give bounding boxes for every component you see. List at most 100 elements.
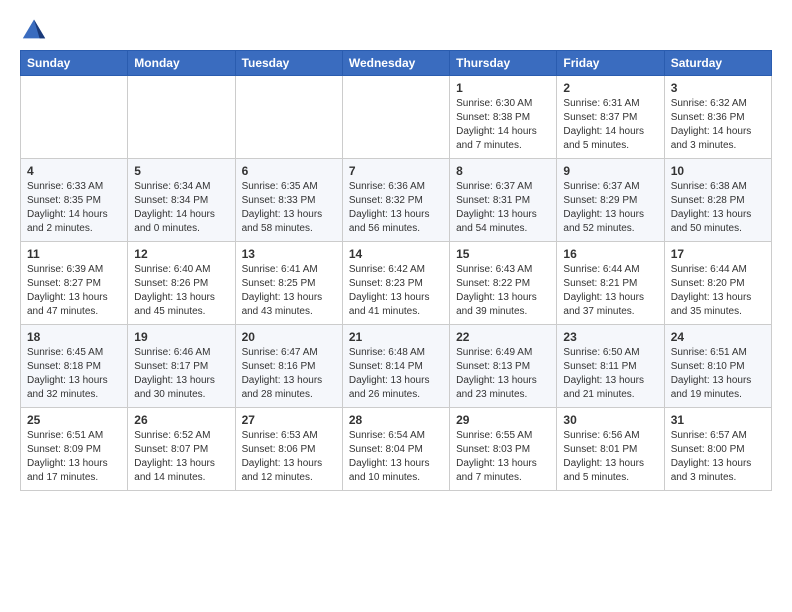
cell-day-number: 2 [563, 81, 657, 95]
calendar-cell: 3Sunrise: 6:32 AMSunset: 8:36 PMDaylight… [664, 76, 771, 159]
calendar-cell: 7Sunrise: 6:36 AMSunset: 8:32 PMDaylight… [342, 159, 449, 242]
cell-info: Sunrise: 6:38 AMSunset: 8:28 PMDaylight:… [671, 180, 765, 236]
cell-day-number: 17 [671, 247, 765, 261]
calendar-cell: 23 Sunrise: 6:50 AMSunset: 8:11 PMDayligh… [557, 325, 664, 408]
calendar-cell: 10 Sunrise: 6:38 AMSunset: 8:28 PMDayligh… [664, 159, 771, 242]
cell-day-number: 26 [134, 413, 228, 427]
cell-day-number: 22 [456, 330, 550, 344]
week-row: 18Sunrise: 6:45 AMSunset: 8:18 PMDayligh… [21, 325, 772, 408]
cell-day-number: 29 [456, 413, 550, 427]
cell-day-number: 27 [242, 413, 336, 427]
calendar-cell: 8Sunrise: 6:37 AMSunset: 8:31 PMDaylight… [450, 159, 557, 242]
weekday-header: Saturday [664, 51, 771, 76]
calendar-cell: 29 Sunrise: 6:55 AMSunset: 8:03 PMDayligh… [450, 408, 557, 491]
cell-info: Sunrise: 6:45 AMSunset: 8:18 PMDaylight:… [27, 346, 121, 402]
cell-day-number: 7 [349, 164, 443, 178]
calendar-cell: 25 Sunrise: 6:51 AMSunset: 8:09 PMDayligh… [21, 408, 128, 491]
cell-info: Sunrise: 6:53 AMSunset: 8:06 PMDaylight:… [242, 429, 336, 485]
calendar-table: SundayMondayTuesdayWednesdayThursdayFrid… [20, 50, 772, 491]
cell-day-number: 14 [349, 247, 443, 261]
calendar-cell [235, 76, 342, 159]
cell-day-number: 28 [349, 413, 443, 427]
cell-day-number: 5 [134, 164, 228, 178]
logo [20, 16, 52, 44]
cell-info: Sunrise: 6:43 AMSunset: 8:22 PMDaylight:… [456, 263, 550, 319]
cell-info: Sunrise: 6:54 AMSunset: 8:04 PMDaylight:… [349, 429, 443, 485]
cell-info: Sunrise: 6:44 AMSunset: 8:20 PMDaylight:… [671, 263, 765, 319]
cell-info: Sunrise: 6:30 AMSunset: 8:38 PMDaylight:… [456, 97, 550, 153]
calendar-cell: 14 Sunrise: 6:42 AMSunset: 8:23 PMDayligh… [342, 242, 449, 325]
cell-info: Sunrise: 6:47 AMSunset: 8:16 PMDaylight:… [242, 346, 336, 402]
cell-info: Sunrise: 6:39 AMSunset: 8:27 PMDaylight:… [27, 263, 121, 319]
cell-day-number: 1 [456, 81, 550, 95]
calendar-cell: 2 Sunrise: 6:31 AMSunset: 8:37 PMDaylight… [557, 76, 664, 159]
week-row: 25 Sunrise: 6:51 AMSunset: 8:09 PMDayligh… [21, 408, 772, 491]
cell-day-number: 25 [27, 413, 121, 427]
cell-info: Sunrise: 6:56 AMSunset: 8:01 PMDaylight:… [563, 429, 657, 485]
cell-info: Sunrise: 6:40 AMSunset: 8:26 PMDaylight:… [134, 263, 228, 319]
calendar-cell: 16 Sunrise: 6:44 AMSunset: 8:21 PMDayligh… [557, 242, 664, 325]
calendar-cell [342, 76, 449, 159]
week-row: 1 Sunrise: 6:30 AMSunset: 8:38 PMDaylight… [21, 76, 772, 159]
calendar-cell: 21 Sunrise: 6:48 AMSunset: 8:14 PMDayligh… [342, 325, 449, 408]
calendar-cell: 22 Sunrise: 6:49 AMSunset: 8:13 PMDayligh… [450, 325, 557, 408]
calendar-cell: 24 Sunrise: 6:51 AMSunset: 8:10 PMDayligh… [664, 325, 771, 408]
cell-day-number: 20 [242, 330, 336, 344]
cell-info: Sunrise: 6:48 AMSunset: 8:14 PMDaylight:… [349, 346, 443, 402]
cell-info: Sunrise: 6:57 AMSunset: 8:00 PMDaylight:… [671, 429, 765, 485]
cell-info: Sunrise: 6:55 AMSunset: 8:03 PMDaylight:… [456, 429, 550, 485]
weekday-header: Wednesday [342, 51, 449, 76]
cell-info: Sunrise: 6:44 AMSunset: 8:21 PMDaylight:… [563, 263, 657, 319]
calendar-cell: 26 Sunrise: 6:52 AMSunset: 8:07 PMDayligh… [128, 408, 235, 491]
calendar-cell: 17 Sunrise: 6:44 AMSunset: 8:20 PMDayligh… [664, 242, 771, 325]
cell-info: Sunrise: 6:35 AMSunset: 8:33 PMDaylight:… [242, 180, 336, 236]
cell-day-number: 16 [563, 247, 657, 261]
weekday-header: Sunday [21, 51, 128, 76]
cell-day-number: 4 [27, 164, 121, 178]
cell-day-number: 23 [563, 330, 657, 344]
cell-info: Sunrise: 6:50 AMSunset: 8:11 PMDaylight:… [563, 346, 657, 402]
cell-day-number: 21 [349, 330, 443, 344]
calendar-cell: 13Sunrise: 6:41 AMSunset: 8:25 PMDayligh… [235, 242, 342, 325]
cell-day-number: 12 [134, 247, 228, 261]
week-row: 4 Sunrise: 6:33 AMSunset: 8:35 PMDaylight… [21, 159, 772, 242]
cell-info: Sunrise: 6:51 AMSunset: 8:09 PMDaylight:… [27, 429, 121, 485]
cell-day-number: 31 [671, 413, 765, 427]
weekday-header: Friday [557, 51, 664, 76]
cell-day-number: 19 [134, 330, 228, 344]
cell-info: Sunrise: 6:51 AMSunset: 8:10 PMDaylight:… [671, 346, 765, 402]
calendar-cell: 6 Sunrise: 6:35 AMSunset: 8:33 PMDaylight… [235, 159, 342, 242]
calendar-cell: 28 Sunrise: 6:54 AMSunset: 8:04 PMDayligh… [342, 408, 449, 491]
cell-info: Sunrise: 6:52 AMSunset: 8:07 PMDaylight:… [134, 429, 228, 485]
cell-day-number: 9 [563, 164, 657, 178]
cell-info: Sunrise: 6:34 AMSunset: 8:34 PMDaylight:… [134, 180, 228, 236]
weekday-header: Tuesday [235, 51, 342, 76]
calendar-cell: 20 Sunrise: 6:47 AMSunset: 8:16 PMDayligh… [235, 325, 342, 408]
cell-info: Sunrise: 6:31 AMSunset: 8:37 PMDaylight:… [563, 97, 657, 153]
calendar-cell [128, 76, 235, 159]
page: SundayMondayTuesdayWednesdayThursdayFrid… [0, 0, 792, 507]
weekday-header: Monday [128, 51, 235, 76]
calendar-cell [21, 76, 128, 159]
calendar-cell: 27 Sunrise: 6:53 AMSunset: 8:06 PMDayligh… [235, 408, 342, 491]
calendar-cell: 4 Sunrise: 6:33 AMSunset: 8:35 PMDaylight… [21, 159, 128, 242]
cell-day-number: 13 [242, 247, 336, 261]
cell-day-number: 10 [671, 164, 765, 178]
calendar-cell: 19 Sunrise: 6:46 AMSunset: 8:17 PMDayligh… [128, 325, 235, 408]
cell-day-number: 6 [242, 164, 336, 178]
calendar-cell: 5 Sunrise: 6:34 AMSunset: 8:34 PMDaylight… [128, 159, 235, 242]
calendar-cell: 9Sunrise: 6:37 AMSunset: 8:29 PMDaylight… [557, 159, 664, 242]
cell-info: Sunrise: 6:33 AMSunset: 8:35 PMDaylight:… [27, 180, 121, 236]
calendar-cell: 12 Sunrise: 6:40 AMSunset: 8:26 PMDayligh… [128, 242, 235, 325]
cell-day-number: 30 [563, 413, 657, 427]
cell-day-number: 24 [671, 330, 765, 344]
calendar-cell: 30 Sunrise: 6:56 AMSunset: 8:01 PMDayligh… [557, 408, 664, 491]
cell-info: Sunrise: 6:37 AMSunset: 8:31 PMDaylight:… [456, 180, 550, 236]
cell-day-number: 3 [671, 81, 765, 95]
calendar-cell: 31 Sunrise: 6:57 AMSunset: 8:00 PMDayligh… [664, 408, 771, 491]
header [20, 16, 772, 44]
week-row: 11Sunrise: 6:39 AMSunset: 8:27 PMDayligh… [21, 242, 772, 325]
cell-info: Sunrise: 6:49 AMSunset: 8:13 PMDaylight:… [456, 346, 550, 402]
cell-info: Sunrise: 6:42 AMSunset: 8:23 PMDaylight:… [349, 263, 443, 319]
cell-info: Sunrise: 6:46 AMSunset: 8:17 PMDaylight:… [134, 346, 228, 402]
